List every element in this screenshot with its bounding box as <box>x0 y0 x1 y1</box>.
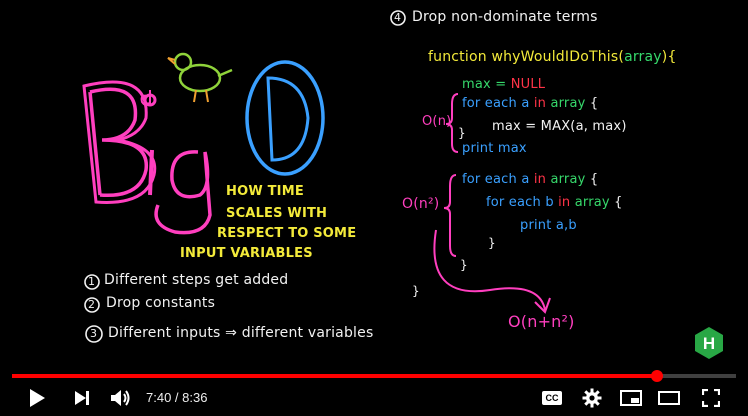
time-current: 7:40 <box>146 390 172 405</box>
code-loop1-body: max = MAX(a, max) <box>492 119 627 134</box>
code-in: in <box>558 195 571 210</box>
miniplayer-icon <box>620 390 642 406</box>
code-loop2-line: for each a in array { <box>462 172 598 187</box>
code-loop3-line: for each b in array { <box>486 195 623 210</box>
video-frame[interactable]: HOW TIME SCALES WITH RESPECT TO SOME INP… <box>0 0 748 370</box>
fullscreen-button[interactable] <box>696 380 726 416</box>
rule-number: 3 <box>90 327 98 340</box>
result-label: O(n+n²) <box>508 312 575 331</box>
captions-button[interactable]: CC <box>538 380 566 416</box>
code-brace: } <box>460 258 468 272</box>
rule-number: 2 <box>88 298 96 311</box>
code-array: array <box>550 172 586 187</box>
miniplayer-button[interactable] <box>616 380 646 416</box>
code-loop-var: b <box>545 195 554 210</box>
rule-text: Drop non-dominate terms <box>412 9 598 25</box>
code-brace: } <box>412 284 420 298</box>
rule-text: Different steps get added <box>104 272 289 288</box>
code-for: for each <box>462 172 517 187</box>
code-brace: { <box>589 96 599 111</box>
code-null: NULL <box>510 77 546 92</box>
code-brace: { <box>667 49 677 65</box>
video-player: HOW TIME SCALES WITH RESPECT TO SOME INP… <box>0 0 748 416</box>
volume-button[interactable] <box>106 380 136 416</box>
code-for: for each <box>486 195 541 210</box>
code-function-line: function whyWouldIDoThis(array){ <box>428 49 677 65</box>
code-var: max <box>462 77 491 92</box>
code-for: for each <box>462 96 517 111</box>
code-brace: { <box>589 172 599 187</box>
channel-logo-letter: H <box>703 334 715 353</box>
bird-icon <box>167 52 233 103</box>
code-loop1-line: for each a in array { <box>462 96 598 111</box>
progress-bar[interactable] <box>12 370 736 382</box>
rule-text: Different inputs ⇒ different variables <box>108 325 374 341</box>
complexity-label: O(n²) <box>402 196 440 212</box>
code-function-name: whyWouldIDoThis <box>491 49 619 65</box>
complexity-label: O(n) <box>422 114 452 129</box>
code-loop3-body: print a,b <box>520 218 577 233</box>
channel-logo[interactable]: H <box>694 326 724 360</box>
code-in: in <box>533 96 547 111</box>
code-array: array <box>550 96 586 111</box>
rule-number: 1 <box>88 275 96 288</box>
code-brace: { <box>614 195 623 210</box>
control-bar: 7:40 / 8:36 CC <box>0 380 748 416</box>
rule-text: Drop constants <box>106 295 216 311</box>
time-separator: / <box>171 390 183 405</box>
next-button[interactable] <box>68 380 96 416</box>
captions-label: CC <box>545 393 559 403</box>
code-loop-var: a <box>521 172 530 187</box>
fullscreen-icon <box>702 389 720 407</box>
code-array: array <box>574 195 610 210</box>
subtitle-line: HOW TIME <box>226 184 304 199</box>
code-arg: array <box>624 49 662 65</box>
code-max-line: max = NULL <box>462 77 545 92</box>
progress-played <box>12 374 658 378</box>
time-display: 7:40 / 8:36 <box>146 390 207 405</box>
play-button[interactable] <box>22 380 52 416</box>
captions-icon: CC <box>542 391 562 405</box>
settings-icon <box>582 388 602 408</box>
code-keyword: function <box>428 49 487 65</box>
theater-icon <box>658 391 680 405</box>
code-in: in <box>533 172 547 187</box>
rule-number: 4 <box>394 11 402 24</box>
play-icon <box>30 389 45 407</box>
volume-icon <box>111 390 130 406</box>
code-brace: } <box>458 126 466 140</box>
time-total: 8:36 <box>182 390 208 405</box>
settings-button[interactable] <box>578 380 606 416</box>
code-brace: } <box>488 236 496 250</box>
code-loop-var: a <box>521 96 530 111</box>
subtitle-line: RESPECT TO SOME <box>217 226 357 241</box>
subtitle-line: INPUT VARIABLES <box>180 246 313 261</box>
theater-button[interactable] <box>654 380 684 416</box>
next-icon <box>75 391 89 405</box>
code-print-line: print max <box>462 141 527 156</box>
code-eq: = <box>495 77 507 92</box>
subtitle-line: SCALES WITH <box>226 206 328 221</box>
